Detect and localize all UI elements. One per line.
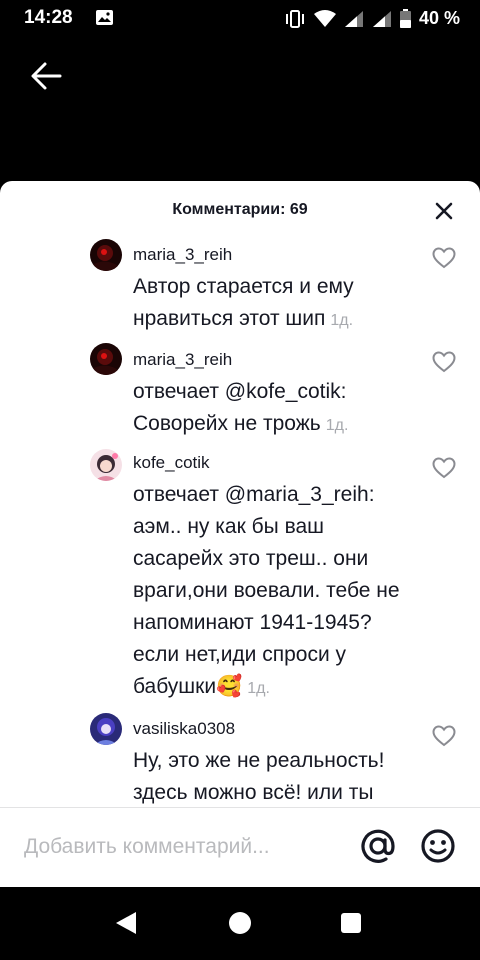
comment-username[interactable]: kofe_cotik xyxy=(133,453,210,473)
status-icons: 40 % xyxy=(284,8,460,29)
status-bar: 14:28 40 % xyxy=(0,0,480,36)
heart-icon[interactable] xyxy=(432,457,456,479)
mention-link[interactable]: @kofe_cotik xyxy=(225,380,341,403)
avatar[interactable] xyxy=(90,239,122,271)
signal-icon xyxy=(372,10,391,27)
heart-icon[interactable] xyxy=(432,247,456,269)
signal-icon xyxy=(344,10,363,27)
nav-recents-icon[interactable] xyxy=(341,913,361,933)
sheet-title: Комментарии: 69 xyxy=(172,201,308,218)
nav-home-icon[interactable] xyxy=(229,912,251,934)
comment-username[interactable]: maria_3_reih xyxy=(133,350,232,370)
status-time: 14:28 xyxy=(24,7,73,28)
system-nav-bar xyxy=(0,887,480,960)
vibrate-icon xyxy=(285,9,304,28)
comment-time: 1д. xyxy=(247,680,270,697)
comment-username[interactable]: maria_3_reih xyxy=(133,245,232,265)
avatar[interactable] xyxy=(90,343,122,375)
comment-username[interactable]: vasiliska0308 xyxy=(133,719,235,739)
at-sign-icon[interactable] xyxy=(360,828,396,864)
mention-link[interactable]: @maria_3_reih xyxy=(225,483,369,506)
comment-text: отвечает @kofe_cotik: Соворейх не трожь 1… xyxy=(133,380,349,435)
comment-text: Автор старается и ему нравиться этот шип… xyxy=(133,275,354,330)
image-icon xyxy=(96,10,113,25)
comment-list[interactable]: maria_3_reih Автор старается и ему нрави… xyxy=(0,237,480,807)
comment-input-bar: Добавить комментарий... xyxy=(0,807,480,887)
sheet-header: Комментарии: 69 xyxy=(0,181,480,241)
battery-icon xyxy=(399,9,411,28)
wifi-icon xyxy=(313,9,336,27)
avatar[interactable] xyxy=(90,449,122,481)
comment-input[interactable]: Добавить комментарий... xyxy=(24,835,270,859)
avatar[interactable] xyxy=(90,713,122,745)
comment-time: 1д. xyxy=(325,417,349,434)
comments-sheet: Комментарии: 69 maria_3_reih Автор стара… xyxy=(0,181,480,887)
close-icon[interactable] xyxy=(434,201,454,221)
battery-percent: 40 % xyxy=(418,8,460,28)
emoji-icon[interactable] xyxy=(420,828,456,864)
comment-text: отвечает @maria_3_reih: аэм.. ну как бы … xyxy=(133,483,400,698)
comment-time: 1д. xyxy=(330,312,354,329)
arrow-left-icon[interactable] xyxy=(28,58,64,94)
nav-back-icon[interactable] xyxy=(114,911,138,935)
heart-icon[interactable] xyxy=(432,351,456,373)
heart-icon[interactable] xyxy=(432,725,456,747)
comment-text: Ну, это же не реальность! здесь можно вс… xyxy=(133,749,385,804)
